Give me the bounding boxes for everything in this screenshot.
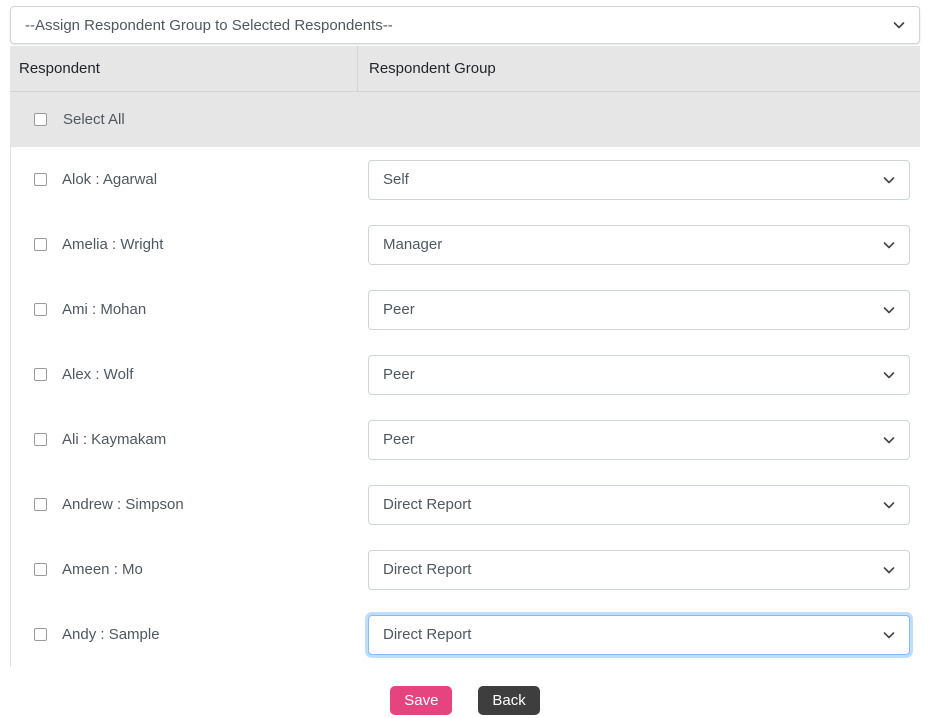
table-header-row: Respondent Respondent Group <box>10 46 920 92</box>
respondent-group-cell: Peer <box>358 289 919 330</box>
chevron-down-icon <box>883 434 895 446</box>
chevron-down-icon <box>883 499 895 511</box>
respondent-group-cell: Self <box>358 159 919 200</box>
respondent-group-cell: Manager <box>358 224 919 265</box>
respondent-cell: Ali : Kaymakam <box>11 431 358 448</box>
respondent-group-select-value: Peer <box>383 366 415 383</box>
chevron-down-icon <box>893 19 905 31</box>
chevron-down-icon <box>883 174 895 186</box>
respondent-cell: Ami : Mohan <box>11 301 358 318</box>
table-row: Andy : Sample Direct Report <box>11 602 919 667</box>
respondent-name: Ami : Mohan <box>62 301 147 318</box>
respondent-table: Respondent Respondent Group Select All A… <box>10 46 920 667</box>
back-button[interactable]: Back <box>478 686 540 715</box>
select-all-label: Select All <box>63 111 125 128</box>
select-all-row: Select All <box>10 92 920 147</box>
respondent-checkbox[interactable] <box>34 498 47 511</box>
respondent-group-select[interactable]: Manager <box>368 224 910 265</box>
respondent-group-select[interactable]: Self <box>368 159 910 200</box>
respondent-group-select[interactable]: Direct Report <box>368 614 910 655</box>
table-row: Ali : Kaymakam Peer <box>11 407 919 472</box>
respondent-name: Alex : Wolf <box>62 366 134 383</box>
save-button[interactable]: Save <box>390 686 453 715</box>
respondent-group-cell: Direct Report <box>358 484 919 525</box>
select-all-checkbox[interactable] <box>34 113 47 126</box>
table-body: Alok : Agarwal Self Amelia : Wright Manager… <box>10 147 920 667</box>
respondent-name: Ameen : Mo <box>62 561 143 578</box>
table-row: Ameen : Mo Direct Report <box>11 537 919 602</box>
respondent-group-select[interactable]: Direct Report <box>368 549 910 590</box>
respondent-group-cell: Direct Report <box>358 614 919 655</box>
respondent-checkbox[interactable] <box>34 238 47 251</box>
respondent-cell: Andrew : Simpson <box>11 496 358 513</box>
table-row: Alok : Agarwal Self <box>11 147 919 212</box>
chevron-down-icon <box>883 629 895 641</box>
respondent-cell: Ameen : Mo <box>11 561 358 578</box>
respondent-group-select-value: Self <box>383 171 409 188</box>
respondent-name: Ali : Kaymakam <box>62 431 167 448</box>
respondent-group-select-value: Manager <box>383 236 443 253</box>
respondent-group-cell: Peer <box>358 354 919 395</box>
chevron-down-icon <box>883 239 895 251</box>
respondent-cell: Andy : Sample <box>11 626 358 643</box>
table-row: Andrew : Simpson Direct Report <box>11 472 919 537</box>
table-row: Amelia : Wright Manager <box>11 212 919 277</box>
respondent-checkbox[interactable] <box>34 628 47 641</box>
table-row: Alex : Wolf Peer <box>11 342 919 407</box>
table-row: Ami : Mohan Peer <box>11 277 919 342</box>
respondent-group-select[interactable]: Peer <box>368 419 910 460</box>
chevron-down-icon <box>883 369 895 381</box>
assign-respondent-group-select-wrapper: --Assign Respondent Group to Selected Re… <box>10 6 920 44</box>
respondent-cell: Amelia : Wright <box>11 236 358 253</box>
column-header-respondent-label: Respondent <box>19 60 100 77</box>
respondent-name: Andrew : Simpson <box>62 496 184 513</box>
column-header-respondent-group: Respondent Group <box>358 46 920 91</box>
respondent-name: Amelia : Wright <box>62 236 164 253</box>
column-header-respondent: Respondent <box>10 46 358 91</box>
respondent-group-cell: Direct Report <box>358 549 919 590</box>
respondent-group-select[interactable]: Peer <box>368 354 910 395</box>
chevron-down-icon <box>883 564 895 576</box>
respondent-group-select[interactable]: Direct Report <box>368 484 910 525</box>
respondent-cell: Alex : Wolf <box>11 366 358 383</box>
respondent-group-select-value: Direct Report <box>383 561 472 578</box>
respondent-name: Alok : Agarwal <box>62 171 158 188</box>
respondent-checkbox[interactable] <box>34 303 47 316</box>
assign-respondent-group-select-value: --Assign Respondent Group to Selected Re… <box>25 16 393 34</box>
chevron-down-icon <box>883 304 895 316</box>
respondent-group-select[interactable]: Peer <box>368 289 910 330</box>
respondent-group-select-value: Peer <box>383 301 415 318</box>
respondent-group-select-value: Direct Report <box>383 626 472 643</box>
respondent-name: Andy : Sample <box>62 626 160 643</box>
form-actions: Save Back <box>0 686 930 715</box>
respondent-checkbox[interactable] <box>34 173 47 186</box>
respondent-group-cell: Peer <box>358 419 919 460</box>
respondent-checkbox[interactable] <box>34 433 47 446</box>
column-header-respondent-group-label: Respondent Group <box>369 60 496 77</box>
respondent-checkbox[interactable] <box>34 368 47 381</box>
respondent-group-select-value: Peer <box>383 431 415 448</box>
assign-respondent-group-select[interactable]: --Assign Respondent Group to Selected Re… <box>10 6 920 44</box>
respondent-group-select-value: Direct Report <box>383 496 472 513</box>
respondent-cell: Alok : Agarwal <box>11 171 358 188</box>
respondent-checkbox[interactable] <box>34 563 47 576</box>
